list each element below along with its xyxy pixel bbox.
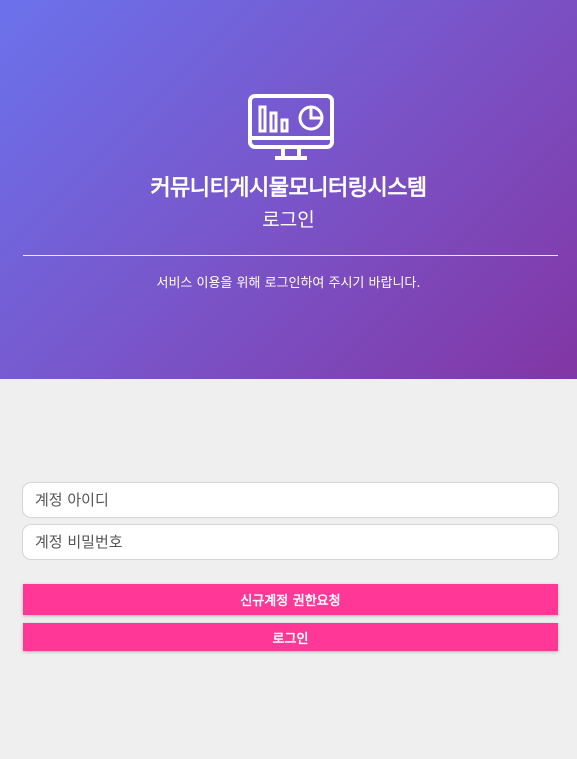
account-password-input[interactable] bbox=[22, 524, 559, 560]
login-header: 커뮤니티게시물모니터링시스템 로그인 서비스 이용을 위해 로그인하여 주시기 … bbox=[0, 0, 577, 379]
header-divider bbox=[23, 255, 558, 256]
app-title: 커뮤니티게시물모니터링시스템 bbox=[150, 176, 427, 201]
login-button[interactable]: 로그인 bbox=[23, 623, 558, 651]
page-subtitle: 로그인 bbox=[262, 209, 315, 231]
login-instruction: 서비스 이용을 위해 로그인하여 주시기 바랍니다. bbox=[156, 276, 421, 291]
monitor-chart-icon bbox=[248, 94, 334, 160]
request-account-button[interactable]: 신규계정 권한요청 bbox=[23, 584, 558, 615]
account-id-input[interactable] bbox=[22, 482, 559, 518]
